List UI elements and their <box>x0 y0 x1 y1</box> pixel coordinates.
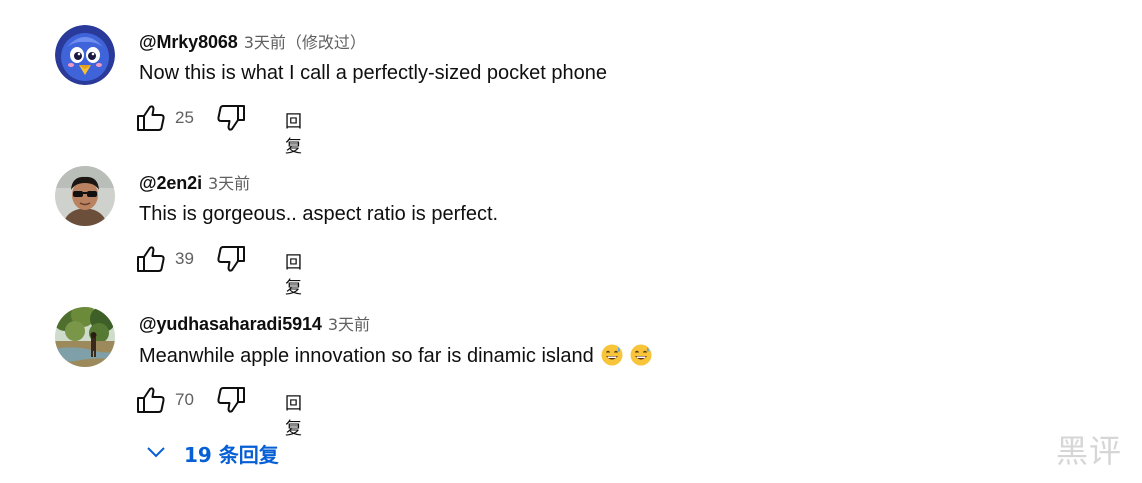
comment-header: @2en2i 3天前 <box>139 170 250 193</box>
blue-bird-avatar-icon <box>55 25 115 85</box>
view-replies-label: 19 条回复 <box>184 443 279 467</box>
thumbs-up-icon <box>137 387 165 413</box>
dislike-button[interactable] <box>215 102 247 134</box>
reply-button[interactable]: 回复 <box>285 389 302 439</box>
comment-header: @yudhasaharadi5914 3天前 <box>139 311 370 334</box>
dislike-button[interactable] <box>215 384 247 416</box>
comment-thread: @2en2i 3天前 This is gorgeous.. aspect rati… <box>0 141 1142 298</box>
dislike-button[interactable] <box>215 243 247 275</box>
edited-label: （修改过） <box>285 33 366 52</box>
thumbs-up-icon <box>137 105 165 131</box>
like-button[interactable] <box>135 384 167 416</box>
thumbs-down-icon <box>217 246 245 272</box>
avatar[interactable] <box>55 25 115 85</box>
thumbs-down-icon <box>217 387 245 413</box>
man-with-sunglasses-avatar-icon <box>55 166 115 226</box>
comment-author[interactable]: @yudhasaharadi5914 <box>139 314 322 334</box>
avatar[interactable] <box>55 166 115 226</box>
like-count: 39 <box>175 249 194 268</box>
comment-time[interactable]: 3天前 <box>328 315 370 334</box>
thumbs-up-icon <box>137 246 165 272</box>
comment-text: Meanwhile apple innovation so far is din… <box>139 344 652 368</box>
comment-time[interactable]: 3天前 <box>208 174 250 193</box>
comment-thread: @yudhasaharadi5914 3天前 Meanwhile apple in… <box>0 282 1142 439</box>
grinning-sweat-emoji <box>601 344 623 366</box>
comment-header: @Mrky8068 3天前（修改过） <box>139 29 366 52</box>
comment-author[interactable]: @2en2i <box>139 173 202 193</box>
like-button[interactable] <box>135 243 167 275</box>
comment-thread: @Mrky8068 3天前（修改过） Now this is what I cal… <box>0 0 1142 157</box>
comment-text: This is gorgeous.. aspect ratio is perfe… <box>139 203 499 225</box>
like-button[interactable] <box>135 102 167 134</box>
chevron-down-icon <box>147 447 165 458</box>
grinning-sweat-emoji <box>630 344 652 366</box>
comment-author[interactable]: @Mrky8068 <box>139 32 238 52</box>
comment-text: Now this is what I call a perfectly-size… <box>139 62 607 84</box>
comment-time[interactable]: 3天前 <box>244 33 286 52</box>
like-count: 25 <box>175 108 194 127</box>
avatar[interactable] <box>55 307 115 367</box>
like-count: 70 <box>175 390 194 409</box>
thumbs-down-icon <box>217 105 245 131</box>
forest-river-avatar-icon <box>55 307 115 367</box>
watermark: 黑评 <box>1056 432 1123 470</box>
comment-text-body: Meanwhile apple innovation so far is din… <box>139 345 594 367</box>
